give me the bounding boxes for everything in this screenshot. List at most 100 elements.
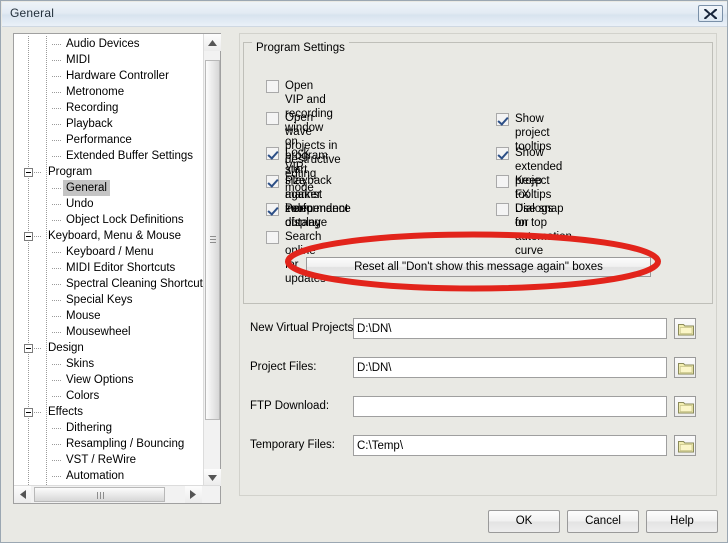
tree-item-label: Recording xyxy=(66,102,119,114)
path-label-ftp-download: FTP Download: xyxy=(250,400,330,412)
tree-item-label: Audio Devices xyxy=(66,38,140,50)
tree-expander-icon[interactable] xyxy=(24,344,33,353)
tree-connector xyxy=(52,44,61,45)
tree-item-label: Skins xyxy=(66,358,95,370)
tree-item-recording[interactable]: Recording xyxy=(14,100,203,116)
tree-item-undo[interactable]: Undo xyxy=(14,196,203,212)
tree-connector xyxy=(52,300,61,301)
tree-expander-icon[interactable] xyxy=(24,232,33,241)
browse-button-new-virtual-projects[interactable] xyxy=(674,318,696,339)
path-input-project-files[interactable] xyxy=(353,357,667,378)
scroll-up-arrow-icon xyxy=(208,40,217,46)
scroll-right-arrow-icon xyxy=(190,490,196,499)
browse-button-ftp-download[interactable] xyxy=(674,396,696,417)
tree-expander-icon[interactable] xyxy=(24,168,33,177)
tree-scroll-left-button[interactable] xyxy=(14,486,31,503)
scroll-left-arrow-icon xyxy=(20,490,26,499)
tree-vertical-scrollbar[interactable] xyxy=(203,34,221,486)
path-input-ftp-download[interactable] xyxy=(353,396,667,417)
scroll-thumb-grip xyxy=(210,236,216,244)
path-row-ftp-download: FTP Download: xyxy=(240,396,716,420)
browse-button-temporary-files[interactable] xyxy=(674,435,696,456)
ok-button[interactable]: OK xyxy=(488,510,560,533)
path-input-new-virtual-projects[interactable] xyxy=(353,318,667,339)
tree-connector xyxy=(52,188,61,189)
paths-area: New Virtual Projects: Project Files: FTP D… xyxy=(240,34,716,495)
tree-item-keyboard-menu[interactable]: Keyboard / Menu xyxy=(14,244,203,260)
tree-item-spectral-cleaning-shortcuts[interactable]: Spectral Cleaning Shortcuts xyxy=(14,276,203,292)
tree-item-special-keys[interactable]: Special Keys xyxy=(14,292,203,308)
tree-item-program[interactable]: Program xyxy=(14,164,203,180)
program-settings-panel: Program Settings Open VIP and recording … xyxy=(239,33,717,496)
tree-item-automation[interactable]: Automation xyxy=(14,468,203,484)
tree-item-midi[interactable]: MIDI xyxy=(14,52,203,68)
settings-tree-viewport[interactable]: Audio Devices MIDI Hardware Controller Metr… xyxy=(14,34,203,486)
scroll-thumb-grip-h xyxy=(96,492,104,499)
tree-horizontal-scrollbar[interactable] xyxy=(14,485,220,503)
tree-scroll-up-button[interactable] xyxy=(204,34,221,51)
tree-item-metronome[interactable]: Metronome xyxy=(14,84,203,100)
tree-connector xyxy=(52,60,61,61)
tree-connector xyxy=(52,428,61,429)
tree-item-label: View Options xyxy=(66,374,134,386)
tree-item-resampling-bouncing[interactable]: Resampling / Bouncing xyxy=(14,436,203,452)
path-row-project-files: Project Files: xyxy=(240,357,716,381)
tree-item-hardware-controller[interactable]: Hardware Controller xyxy=(14,68,203,84)
tree-item-label: MIDI xyxy=(66,54,91,66)
tree-item-label: Colors xyxy=(66,390,100,402)
tree-item-label: Keyboard / Menu xyxy=(66,246,154,258)
tree-item-effects[interactable]: Effects xyxy=(14,404,203,420)
tree-connector xyxy=(52,396,61,397)
tree-scroll-down-button[interactable] xyxy=(204,469,221,486)
tree-item-object-lock-definitions[interactable]: Object Lock Definitions xyxy=(14,212,203,228)
tree-item-label: Spectral Cleaning Shortcuts xyxy=(66,278,203,290)
tree-item-performance[interactable]: Performance xyxy=(14,132,203,148)
tree-item-skins[interactable]: Skins xyxy=(14,356,203,372)
tree-vertical-scroll-thumb[interactable] xyxy=(205,60,220,420)
tree-horizontal-scroll-thumb[interactable] xyxy=(34,487,165,502)
tree-connector xyxy=(34,236,42,237)
tree-item-label: Keyboard, Menu & Mouse xyxy=(48,230,181,242)
close-button[interactable] xyxy=(698,5,723,22)
tree-expander-icon[interactable] xyxy=(24,408,33,417)
tree-connector xyxy=(52,268,61,269)
tree-item-mousewheel[interactable]: Mousewheel xyxy=(14,324,203,340)
cancel-button[interactable]: Cancel xyxy=(567,510,639,533)
folder-icon xyxy=(678,402,694,414)
tree-item-label: MIDI Editor Shortcuts xyxy=(66,262,176,274)
tree-item-keyboard-menu-mouse[interactable]: Keyboard, Menu & Mouse xyxy=(14,228,203,244)
path-input-temporary-files[interactable] xyxy=(353,435,667,456)
tree-item-view-options[interactable]: View Options xyxy=(14,372,203,388)
window-title: General xyxy=(10,6,55,20)
tree-item-label: Extended Buffer Settings xyxy=(66,150,194,162)
tree-item-colors[interactable]: Colors xyxy=(14,388,203,404)
tree-item-midi-editor-shortcuts[interactable]: MIDI Editor Shortcuts xyxy=(14,260,203,276)
tree-item-dithering[interactable]: Dithering xyxy=(14,420,203,436)
tree-item-playback[interactable]: Playback xyxy=(14,116,203,132)
tree-item-label: Dithering xyxy=(66,422,113,434)
tree-connector xyxy=(52,332,61,333)
tree-item-vst-rewire[interactable]: VST / ReWire xyxy=(14,452,203,468)
help-button[interactable]: Help xyxy=(646,510,718,533)
tree-connector xyxy=(52,204,61,205)
tree-item-label: Playback xyxy=(66,118,113,130)
tree-item-audio-devices[interactable]: Audio Devices xyxy=(14,36,203,52)
tree-item-label: Object Lock Definitions xyxy=(66,214,184,226)
path-row-temporary-files: Temporary Files: xyxy=(240,435,716,459)
tree-item-mouse[interactable]: Mouse xyxy=(14,308,203,324)
tree-connector xyxy=(52,444,61,445)
tree-item-label: Automation xyxy=(66,470,125,482)
tree-item-extended-buffer-settings[interactable]: Extended Buffer Settings xyxy=(14,148,203,164)
tree-scroll-right-button[interactable] xyxy=(185,486,202,503)
tree-connector xyxy=(34,172,42,173)
browse-button-project-files[interactable] xyxy=(674,357,696,378)
path-label-temporary-files: Temporary Files: xyxy=(250,439,335,451)
tree-item-general[interactable]: General xyxy=(14,180,203,196)
tree-item-design[interactable]: Design xyxy=(14,340,203,356)
path-label-new-virtual-projects: New Virtual Projects: xyxy=(250,322,357,334)
tree-item-label: Metronome xyxy=(66,86,125,98)
tree-connector xyxy=(34,348,42,349)
tree-item-label: Effects xyxy=(48,406,83,418)
folder-icon xyxy=(678,363,694,375)
tree-connector xyxy=(52,124,61,125)
